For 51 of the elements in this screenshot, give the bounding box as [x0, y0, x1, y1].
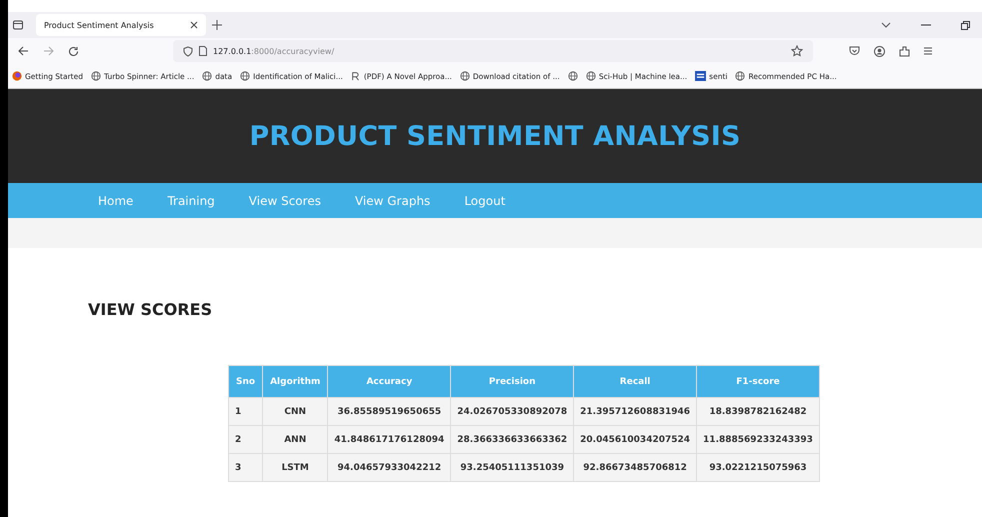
column-header: Sno	[228, 366, 263, 398]
table-cell: 11.888569233243393	[696, 426, 820, 454]
globe-icon	[568, 71, 578, 81]
minimize-icon[interactable]	[921, 24, 931, 26]
chevron-down-icon[interactable]	[881, 22, 891, 28]
globe-icon	[586, 71, 596, 81]
globe-icon	[460, 71, 470, 81]
menu-icon[interactable]	[924, 47, 932, 55]
tab-list-icon[interactable]	[12, 19, 24, 31]
browser-tab[interactable]: Product Sentiment Analysis	[36, 14, 206, 36]
site-title: PRODUCT SENTIMENT ANALYSIS	[249, 120, 741, 152]
globe-icon	[202, 71, 212, 81]
research-icon	[350, 71, 361, 81]
new-tab-icon[interactable]	[212, 20, 222, 30]
shield-icon	[183, 46, 193, 56]
table-cell: 94.04657933042212	[328, 454, 451, 482]
table-cell: 3	[228, 454, 263, 482]
table-cell: 18.8398782162482	[696, 398, 820, 426]
pocket-icon[interactable]	[849, 46, 860, 56]
table-cell: 92.86673485706812	[574, 454, 697, 482]
column-header: Recall	[574, 366, 697, 398]
account-icon[interactable]	[874, 46, 885, 56]
table-cell: 36.85589519650655	[328, 398, 451, 426]
close-icon[interactable]	[190, 21, 198, 29]
globe-icon	[735, 71, 746, 81]
globe-icon	[91, 71, 101, 81]
table-cell: LSTM	[262, 454, 328, 482]
star-icon[interactable]	[791, 45, 803, 57]
table-cell: 20.045610034207524	[574, 426, 697, 454]
column-header: F1-score	[696, 366, 820, 398]
table-cell: 28.366336633663362	[450, 426, 574, 454]
column-header: Accuracy	[328, 366, 451, 398]
restore-icon[interactable]	[961, 20, 970, 30]
table-cell: 21.395712608831946	[574, 398, 697, 426]
reload-icon[interactable]	[68, 46, 79, 56]
table-cell: 1	[228, 398, 263, 426]
table-cell: 24.026705330892078	[450, 398, 574, 426]
table-cell: 41.848617176128094	[328, 426, 451, 454]
table-cell: 93.0221215075963	[696, 454, 820, 482]
table-cell: CNN	[262, 398, 328, 426]
back-icon[interactable]	[18, 46, 29, 56]
globe-icon	[240, 71, 250, 81]
column-header: Precision	[450, 366, 574, 398]
address-bar[interactable]: 127.0.0.1:8000/accuracyview/	[173, 40, 813, 62]
table-cell: 2	[228, 426, 263, 454]
section-heading: VIEW SCORES	[88, 300, 214, 319]
tile-icon	[695, 71, 706, 81]
table-cell: 93.25405111351039	[450, 454, 574, 482]
page-icon	[199, 46, 207, 56]
table-cell: ANN	[262, 426, 328, 454]
column-header: Algorithm	[262, 366, 328, 398]
